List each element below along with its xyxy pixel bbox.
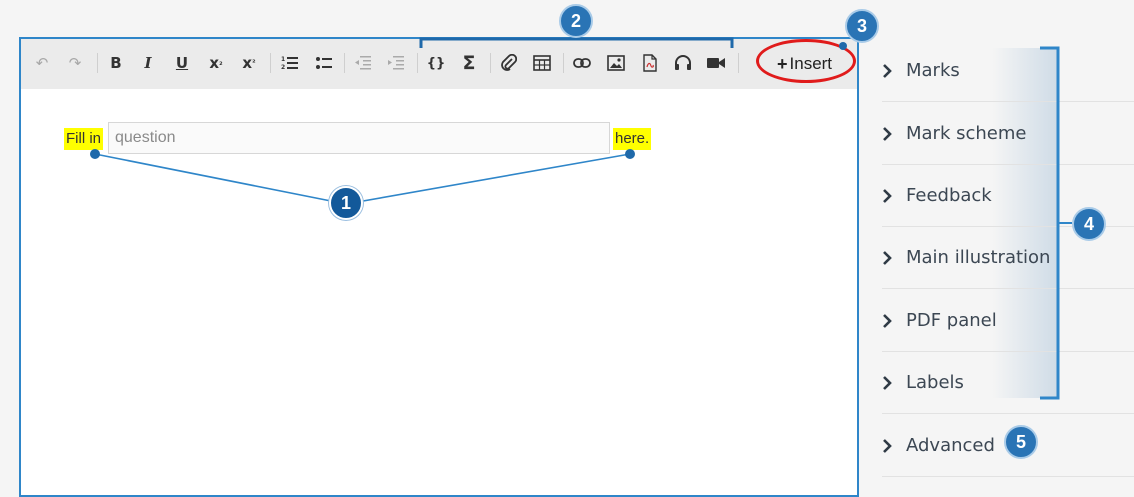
callout-1-badge: 1 bbox=[329, 186, 363, 220]
callout-2-badge: 2 bbox=[559, 4, 593, 38]
callout-4-badge: 4 bbox=[1072, 207, 1106, 241]
callout-5-badge: 5 bbox=[1004, 425, 1038, 459]
annotation-overlay bbox=[90, 32, 1072, 400]
callout-3-badge: 3 bbox=[845, 9, 879, 43]
